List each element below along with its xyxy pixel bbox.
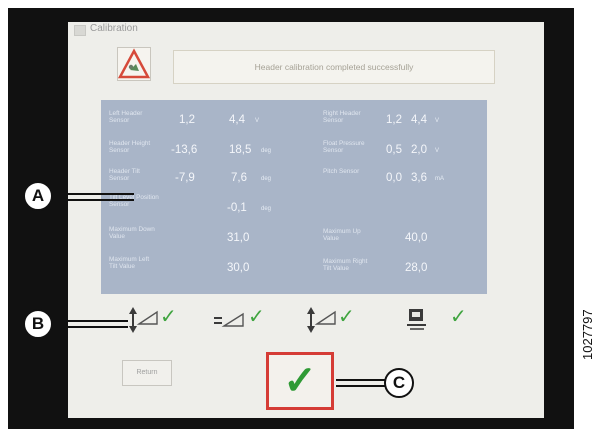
tilt-level-sensor-label: Tilt Level Position Sensor xyxy=(109,194,159,208)
tilt-level-unit: deg xyxy=(261,206,272,212)
calibration-icon xyxy=(74,25,86,36)
callout-b: B xyxy=(23,309,53,339)
height-calibrated-icon xyxy=(129,307,158,333)
tilt-calibrated-icon xyxy=(307,307,336,333)
callout-c: C xyxy=(384,368,414,398)
pitch-value1: 0,0 xyxy=(386,172,402,184)
monitor-calibrated-icon xyxy=(407,309,426,330)
max-right-tilt-label: Maximum Right Tilt Value xyxy=(323,258,368,272)
max-up-value: 40,0 xyxy=(405,232,428,244)
left-header-unit: V xyxy=(255,118,260,124)
callout-b-line-2 xyxy=(52,326,128,328)
tilt-level-value: -0,1 xyxy=(227,202,247,214)
max-down-label: Maximum Down Value xyxy=(109,226,155,240)
header-tilt-value2: 7,6 xyxy=(231,172,247,184)
pitch-unit: mA xyxy=(435,176,444,182)
header-height-value1: -13,6 xyxy=(171,144,198,156)
tilt-check-icon: ✓ xyxy=(338,306,355,328)
float-calibrated-icon xyxy=(214,312,244,327)
max-right-tilt-value: 28,0 xyxy=(405,262,428,274)
callout-b-line xyxy=(52,320,128,322)
float-pressure-sensor-label: Float Pressure Sensor xyxy=(323,140,365,154)
warning-icon xyxy=(117,47,151,81)
return-button[interactable]: Return xyxy=(122,360,172,386)
touch-screen: Calibration Header calibration completed… xyxy=(68,22,544,418)
height-check-icon: ✓ xyxy=(160,306,177,328)
right-header-value1: 1,2 xyxy=(386,114,402,126)
callout-c-line-2 xyxy=(336,385,386,387)
max-up-label: Maximum Up Value xyxy=(323,228,361,242)
header-height-sensor-label: Header Height Sensor xyxy=(109,140,151,154)
pitch-sensor-label: Pitch Sensor xyxy=(323,168,360,175)
max-left-tilt-label: Maximum Left Tilt Value xyxy=(109,256,150,270)
left-header-value1: 1,2 xyxy=(179,114,195,126)
header-tilt-sensor-label: Header Tilt Sensor xyxy=(109,168,140,182)
confirm-check-icon: ✓ xyxy=(283,359,317,403)
header-tilt-unit: deg xyxy=(261,176,272,182)
sensor-readings-panel: Left Header Sensor 1,2 4,4 V Right Heade… xyxy=(101,100,487,294)
header-height-value2: 18,5 xyxy=(229,144,252,156)
callout-a-line xyxy=(52,193,134,195)
max-down-value: 31,0 xyxy=(227,232,250,244)
callout-c-line xyxy=(336,379,386,381)
float-check-icon: ✓ xyxy=(248,306,265,328)
right-header-unit: V xyxy=(435,118,440,124)
float-pressure-unit: V xyxy=(435,148,440,154)
monitor-check-icon: ✓ xyxy=(450,306,467,328)
header-height-unit: deg xyxy=(261,148,272,154)
confirm-checkmark-button[interactable]: ✓ xyxy=(266,352,334,410)
left-header-value2: 4,4 xyxy=(229,114,245,126)
screen-title: Calibration xyxy=(90,23,138,34)
float-pressure-value2: 2,0 xyxy=(411,144,427,156)
title-bar: Calibration xyxy=(68,22,544,38)
callout-a: A xyxy=(23,181,53,211)
left-header-sensor-label: Left Header Sensor xyxy=(109,110,143,124)
callout-a-line-2 xyxy=(52,199,134,201)
document-number: 1027797 xyxy=(580,309,595,360)
right-header-sensor-label: Right Header Sensor xyxy=(323,110,361,124)
status-message: Header calibration completed successfull… xyxy=(173,50,495,84)
pitch-value2: 3,6 xyxy=(411,172,427,184)
header-tilt-value1: -7,9 xyxy=(175,172,195,184)
max-left-tilt-value: 30,0 xyxy=(227,262,250,274)
float-pressure-value1: 0,5 xyxy=(386,144,402,156)
right-header-value2: 4,4 xyxy=(411,114,427,126)
